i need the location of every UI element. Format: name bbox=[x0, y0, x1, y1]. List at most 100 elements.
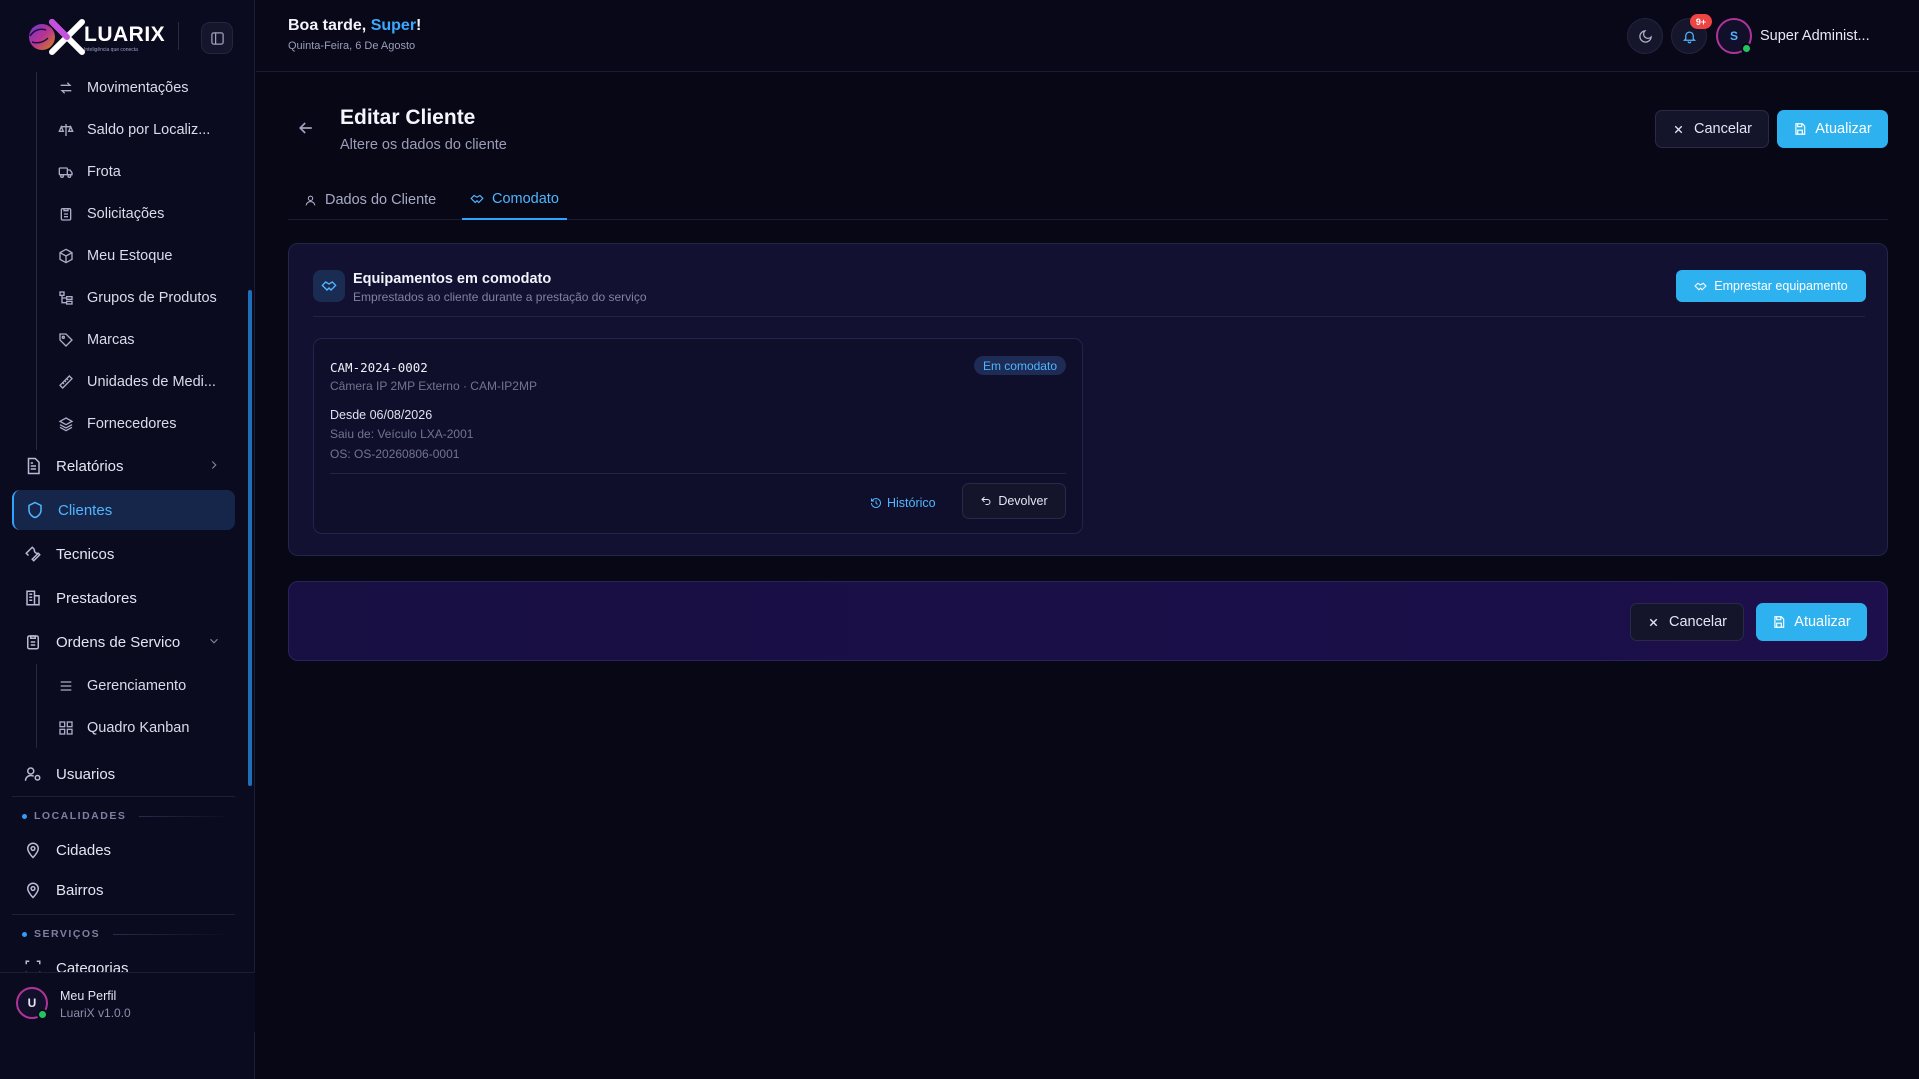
sidebar-item-bairros[interactable]: Bairros bbox=[12, 870, 235, 910]
tab-comodato[interactable]: Comodato bbox=[462, 180, 567, 220]
history-link[interactable]: Histórico bbox=[870, 493, 936, 513]
sidebar-item-label: Quadro Kanban bbox=[87, 720, 190, 736]
save-icon bbox=[1795, 123, 1806, 135]
shield-icon bbox=[28, 501, 42, 519]
cancel-label: Cancelar bbox=[1668, 614, 1728, 630]
tab-label: Comodato bbox=[492, 191, 559, 207]
sidebar-item-cidades[interactable]: Cidades bbox=[12, 830, 235, 870]
sidebar-item-usuarios[interactable]: Usuarios bbox=[12, 754, 235, 794]
sidebar-item-label: Saldo por Localiz... bbox=[87, 122, 211, 138]
cancel-button[interactable]: Cancelar bbox=[1655, 110, 1769, 148]
logo-divider bbox=[178, 22, 179, 50]
sidebar-scrollbar[interactable] bbox=[248, 290, 252, 786]
back-arrow-icon[interactable] bbox=[296, 118, 316, 138]
loan-origin: Saiu de: Veículo LXA-2001 bbox=[330, 427, 474, 441]
sidebar-item-gerenciamento[interactable]: Gerenciamento bbox=[58, 670, 233, 702]
sidebar-item-kanban[interactable]: Quadro Kanban bbox=[58, 712, 233, 744]
card-divider bbox=[330, 473, 1066, 474]
app-version: LuariX v1.0.0 bbox=[60, 1006, 131, 1020]
service-order: OS: OS-20260806-0001 bbox=[330, 447, 460, 461]
return-button[interactable]: Devolver bbox=[962, 483, 1066, 519]
handshake-icon bbox=[1694, 282, 1707, 291]
sidebar-item-label: Prestadores bbox=[56, 589, 137, 607]
sidebar-item-label: Ordens de Servico bbox=[56, 633, 181, 651]
luarix-logo-mark bbox=[29, 19, 85, 55]
ruler-icon bbox=[59, 375, 73, 389]
avatar-initial: S bbox=[1729, 29, 1738, 43]
page-subtitle: Altere os dados do cliente bbox=[340, 137, 507, 153]
close-icon bbox=[1649, 618, 1658, 626]
tab-dados-cliente[interactable]: Dados do Cliente bbox=[296, 180, 444, 220]
panel-icon bbox=[313, 270, 345, 302]
sidebar-item-prestadores[interactable]: Prestadores bbox=[12, 578, 235, 618]
sidebar-item-label: Marcas bbox=[87, 332, 135, 348]
lend-label: Emprestar equipamento bbox=[1714, 279, 1848, 293]
sidebar-item-movimentacoes[interactable]: Movimentações bbox=[58, 72, 233, 104]
sidebar-item-saldo[interactable]: Saldo por Localiz... bbox=[58, 114, 233, 146]
clipboard-icon bbox=[60, 208, 72, 221]
online-indicator bbox=[1741, 43, 1752, 54]
sidebar-item-categorias[interactable]: Categorias bbox=[12, 948, 235, 972]
sidebar-item-unidades[interactable]: Unidades de Medi... bbox=[58, 366, 233, 398]
sidebar-item-label: Clientes bbox=[58, 501, 113, 519]
layers-icon bbox=[58, 417, 74, 432]
footer-update-button[interactable]: Atualizar bbox=[1756, 603, 1867, 641]
brand-tagline: Inteligência que conecta bbox=[84, 47, 138, 53]
sidebar-item-label: Cidades bbox=[56, 841, 112, 859]
tab-bar: Dados do Cliente Comodato bbox=[288, 180, 1888, 220]
status-badge: Em comodato bbox=[973, 356, 1066, 375]
user-cog-icon bbox=[24, 767, 41, 781]
user-menu-name[interactable]: Super Administ... bbox=[1760, 28, 1870, 44]
scale-icon bbox=[58, 124, 74, 136]
history-icon bbox=[871, 498, 881, 508]
page-title: Editar Cliente bbox=[340, 106, 476, 129]
clipboard-list-icon bbox=[27, 635, 39, 650]
equipment-model: Câmera IP 2MP Externo · CAM-IP2MP bbox=[330, 379, 537, 393]
theme-toggle-button[interactable] bbox=[1627, 18, 1663, 54]
greeting-user: Super bbox=[370, 17, 417, 34]
section-dot bbox=[22, 813, 27, 819]
profile-name: Meu Perfil bbox=[60, 989, 117, 1003]
sidebar-item-label: Meu Estoque bbox=[87, 248, 173, 264]
building-icon bbox=[26, 590, 40, 606]
sidebar-item-label: Movimentações bbox=[87, 80, 189, 96]
panel-title: Equipamentos em comodato bbox=[353, 271, 552, 287]
sidebar-item-grupos-produtos[interactable]: Grupos de Produtos bbox=[58, 282, 233, 314]
package-icon bbox=[59, 248, 73, 264]
update-label: Atualizar bbox=[1815, 121, 1872, 137]
sidebar-item-fornecedores[interactable]: Fornecedores bbox=[58, 408, 233, 440]
map-pin-icon bbox=[26, 882, 40, 899]
panel-divider bbox=[313, 316, 1865, 317]
handshake-icon bbox=[470, 194, 484, 204]
section-servicos: SERVIÇOS bbox=[22, 927, 232, 941]
update-button[interactable]: Atualizar bbox=[1777, 110, 1888, 148]
sidebar-item-label: Categorias bbox=[56, 959, 129, 973]
section-dot bbox=[22, 931, 27, 937]
sidebar-item-meu-estoque[interactable]: Meu Estoque bbox=[58, 240, 233, 272]
sidebar-item-clientes[interactable]: Clientes bbox=[12, 490, 235, 530]
wrench-icon bbox=[25, 546, 41, 562]
sidebar-item-solicitacoes[interactable]: Solicitações bbox=[58, 198, 233, 230]
tree-icon bbox=[59, 291, 73, 305]
update-label: Atualizar bbox=[1794, 614, 1851, 630]
lend-equipment-button[interactable]: Emprestar equipamento bbox=[1676, 270, 1866, 302]
sidebar-item-label: Frota bbox=[87, 164, 121, 180]
avatar-initial: U bbox=[27, 996, 37, 1010]
sidebar-item-marcas[interactable]: Marcas bbox=[58, 324, 233, 356]
sidebar-item-relatorios[interactable]: Relatórios bbox=[12, 446, 235, 486]
sidebar-divider bbox=[12, 914, 235, 915]
sidebar-item-tecnicos[interactable]: Tecnicos bbox=[12, 534, 235, 574]
sidebar-nav[interactable]: Movimentações Saldo por Localiz... Frota… bbox=[0, 72, 255, 972]
sidebar-collapse-button[interactable] bbox=[201, 22, 233, 54]
footer-cancel-button[interactable]: Cancelar bbox=[1630, 603, 1744, 641]
section-line bbox=[113, 933, 232, 935]
online-indicator bbox=[37, 1009, 48, 1020]
sidebar-item-ordens[interactable]: Ordens de Servico bbox=[12, 622, 235, 662]
return-label: Devolver bbox=[998, 494, 1048, 508]
arrows-exchange-icon bbox=[60, 82, 72, 94]
logo-text: LUARIX Inteligência que conecta bbox=[84, 24, 165, 54]
profile-footer[interactable]: U Meu Perfil LuariX v1.0.0 bbox=[0, 972, 255, 1032]
sidebar-item-frota[interactable]: Frota bbox=[58, 156, 233, 188]
panel-subtitle: Emprestados ao cliente durante a prestaç… bbox=[353, 290, 647, 304]
bell-icon bbox=[1682, 31, 1696, 43]
